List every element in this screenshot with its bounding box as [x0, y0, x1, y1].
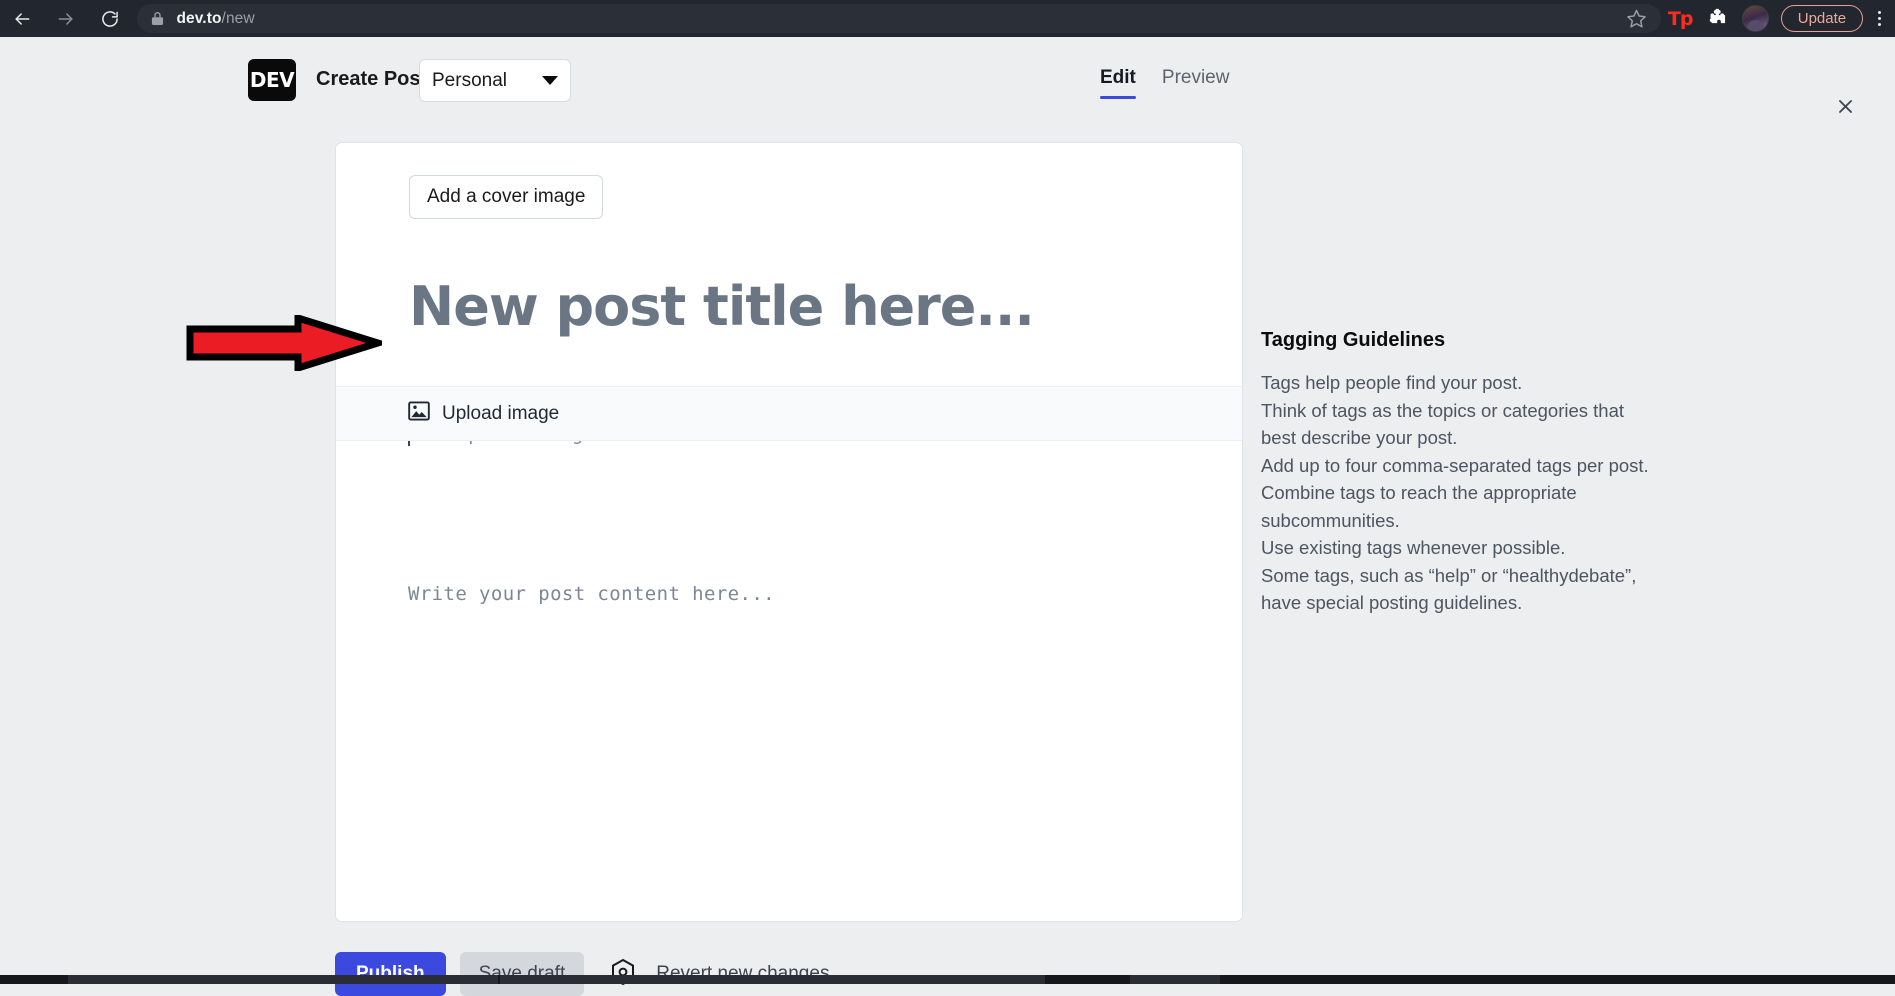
publish-button[interactable]: Publish	[335, 952, 446, 996]
reload-button[interactable]	[88, 0, 132, 37]
app-header: DEV Create Post Personal Edit Preview	[0, 49, 1895, 113]
guideline-line: Add up to four comma-separated tags per …	[1261, 454, 1649, 476]
guideline-line: subcommunities.	[1261, 509, 1400, 531]
browser-toolbar: dev.to/new Tp Update	[0, 0, 1895, 37]
bookmark-star-icon[interactable]	[1626, 8, 1647, 29]
extension-tp-button[interactable]: Tp	[1661, 0, 1699, 37]
red-right-arrow-annotation	[186, 313, 390, 373]
chevron-down-icon	[542, 76, 558, 85]
reload-icon	[100, 9, 120, 29]
tp-extension-icon: Tp	[1667, 7, 1694, 30]
post-title-input[interactable]: New post title here...	[409, 275, 1035, 338]
hexagon-settings-icon	[610, 958, 636, 991]
forward-button[interactable]	[44, 0, 88, 37]
page-title: Create Post	[316, 68, 428, 90]
profile-avatar-icon	[1742, 5, 1770, 32]
post-settings-button[interactable]	[606, 957, 640, 991]
url-domain: dev.to	[176, 9, 222, 27]
url-text: dev.to/new	[176, 10, 254, 28]
tab-edit[interactable]: Edit	[1100, 67, 1136, 99]
editor-tabs: Edit Preview	[1100, 67, 1229, 99]
guideline-line: best describe your post.	[1261, 427, 1458, 448]
puzzle-piece-icon	[1708, 6, 1728, 31]
guideline-line: Some tags, such as “help” or “healthydeb…	[1261, 564, 1637, 586]
image-icon	[408, 401, 430, 427]
upload-image-button[interactable]: Upload image	[408, 401, 559, 427]
back-button[interactable]	[0, 0, 44, 37]
editor-toolbar: Upload image	[336, 386, 1242, 441]
guideline-line: Tags help people find your post.	[1261, 372, 1523, 393]
update-button[interactable]: Update	[1780, 5, 1864, 32]
action-bar: Publish Save draft Revert new changes	[335, 952, 829, 996]
dev-create-post-page: DEV Create Post Personal Edit Preview Ad…	[0, 37, 1895, 996]
guideline-line: Use existing tags whenever possible.	[1261, 537, 1566, 558]
kebab-menu-icon[interactable]	[1863, 0, 1895, 37]
url-path: /new	[221, 9, 255, 27]
editor-card: Add a cover image New post title here...…	[335, 142, 1243, 922]
tab-preview[interactable]: Preview	[1162, 67, 1230, 99]
address-bar[interactable]: dev.to/new	[137, 4, 1662, 33]
save-draft-button[interactable]: Save draft	[459, 952, 585, 996]
guidelines-title: Tagging Guidelines	[1261, 329, 1446, 351]
profile-button[interactable]	[1737, 0, 1775, 37]
organization-select-value: Personal	[432, 69, 507, 91]
organization-select[interactable]: Personal	[419, 59, 571, 102]
lock-icon	[151, 11, 164, 26]
close-x-icon	[1836, 97, 1855, 121]
guideline-line: Combine tags to reach the appropriate	[1261, 482, 1577, 503]
taskbar-strip	[0, 975, 1895, 984]
add-cover-image-button[interactable]: Add a cover image	[409, 175, 604, 219]
guideline-line: Think of tags as the topics or categorie…	[1261, 399, 1624, 421]
extensions-button[interactable]	[1699, 0, 1737, 37]
tagging-guidelines-panel: Tagging Guidelines Tags help people find…	[1261, 329, 1681, 617]
guideline-line: have special posting guidelines.	[1261, 592, 1523, 613]
forward-arrow-icon	[56, 9, 76, 29]
upload-image-label: Upload image	[442, 402, 560, 424]
close-button[interactable]	[1828, 92, 1862, 126]
post-content-input[interactable]: Write your post content here...	[408, 583, 775, 605]
back-arrow-icon	[12, 9, 32, 29]
dev-logo[interactable]: DEV	[248, 59, 296, 101]
